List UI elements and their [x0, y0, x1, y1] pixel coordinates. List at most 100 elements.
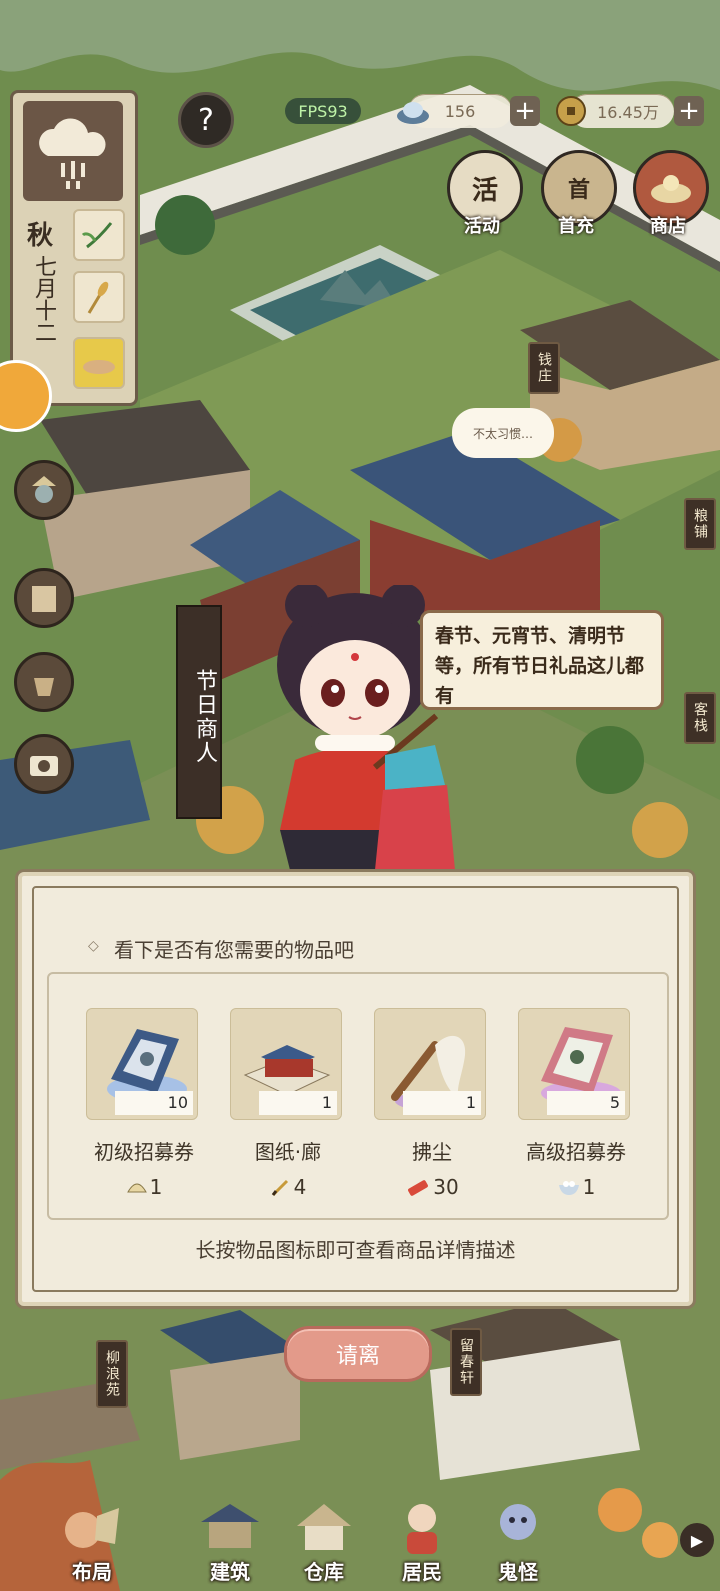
expand-menu-button[interactable]: ▶ [680, 1523, 714, 1557]
crop-slot-wheat[interactable] [73, 271, 125, 323]
side-book-button[interactable] [14, 568, 74, 628]
silver-ingot-icon [397, 102, 429, 124]
item-count: 5 [547, 1091, 625, 1115]
item-name: 高级招募券 [526, 1140, 626, 1164]
dumpling-icon [126, 1183, 147, 1193]
ghost-icon [500, 1504, 536, 1540]
building-icon [201, 1504, 259, 1548]
bottom-nav: 布局 建筑 仓库 居民 鬼怪 ▶ [0, 1440, 720, 1591]
item-price: 1 [86, 1175, 202, 1199]
nav-building[interactable]: 建筑 [182, 1473, 278, 1591]
copper-amount: 16.45万 [597, 103, 659, 122]
shop-item-basic-ticket[interactable]: 10 初级招募券 1 [86, 1008, 202, 1199]
item-count: 10 [115, 1091, 193, 1115]
item-count: 1 [259, 1091, 337, 1115]
play-arrow-icon: ▶ [690, 1530, 704, 1550]
shop-panel: ◇ 看下是否有您需要的物品吧 10 初级招募券 1 1 图纸·廊 4 1 拂尘 … [18, 872, 693, 1306]
camera-icon [30, 756, 58, 776]
top-menu: 活 活动 首 首充 商店 [442, 150, 712, 240]
nav-building-label: 建筑 [210, 1560, 250, 1584]
item-tile[interactable]: 5 [518, 1008, 630, 1120]
item-count: 1 [403, 1091, 481, 1115]
fps-text: FPS93 [298, 101, 348, 121]
rain-cloud-icon [39, 118, 106, 189]
date-label: 七月十二 [31, 255, 56, 343]
tangyuan-bowl-icon [558, 1181, 579, 1195]
diamond-icon: ◇ [88, 938, 99, 954]
menu-shop[interactable]: 商店 [628, 150, 709, 238]
season-label: 秋 [27, 221, 54, 251]
copper-currency: 16.45万 + [556, 94, 706, 128]
sign-liulangyuan[interactable]: 柳浪苑 [96, 1340, 128, 1408]
weather-display [23, 101, 123, 201]
menu-activity-label: 活动 [464, 216, 500, 237]
merchant-speech-bubble: 春节、元宵节、清明节等，所有节日礼品这儿都有 [420, 610, 664, 710]
copper-add-button[interactable]: + [674, 96, 704, 126]
nav-warehouse[interactable]: 仓库 [276, 1473, 372, 1591]
item-name: 初级招募券 [94, 1140, 194, 1164]
menu-shop-label: 商店 [650, 216, 686, 237]
side-camera-button[interactable] [14, 734, 74, 794]
resident-icon [407, 1504, 437, 1554]
help-icon: ? [198, 102, 214, 138]
farmer-icon [32, 476, 56, 503]
leave-button[interactable]: 请离 [284, 1326, 432, 1382]
item-price: 1 [518, 1175, 634, 1199]
merchant-sign: 节日商人 [176, 605, 222, 819]
silver-amount: 156 [444, 101, 476, 121]
item-price-value: 1 [582, 1175, 596, 1199]
item-tile[interactable]: 1 [230, 1008, 342, 1120]
item-price: 30 [374, 1175, 490, 1199]
item-name: 拂尘 [412, 1140, 452, 1164]
brush-icon [271, 1179, 288, 1197]
item-price-value: 4 [293, 1175, 307, 1199]
shop-item-blueprint[interactable]: 1 图纸·廊 4 [230, 1008, 346, 1199]
nav-warehouse-label: 仓库 [304, 1560, 344, 1584]
layout-icon [65, 1508, 119, 1548]
shop-hint: 长按物品图标即可查看商品详情描述 [195, 1238, 516, 1262]
nav-resident[interactable]: 居民 [374, 1473, 470, 1591]
side-npc-button[interactable] [14, 460, 74, 520]
sign-liangpu[interactable]: 粮铺 [684, 498, 716, 550]
shop-treasure-icon [651, 175, 691, 203]
fps-counter: FPS93 [285, 98, 361, 124]
nav-ghost-label: 鬼怪 [498, 1560, 538, 1584]
activity-glyph: 活 [471, 175, 498, 206]
silver-currency: 156 + [396, 94, 544, 128]
sign-kezhan[interactable]: 客栈 [684, 692, 716, 744]
crop-slot-sprout[interactable] [73, 209, 125, 261]
item-price-value: 1 [149, 1175, 163, 1199]
food-icon [83, 360, 115, 374]
warehouse-icon [297, 1504, 351, 1550]
wheat-icon [87, 281, 109, 314]
silver-add-button[interactable]: + [510, 96, 540, 126]
book-icon [32, 586, 56, 612]
item-price: 4 [230, 1175, 346, 1199]
menu-first-recharge[interactable]: 首 首充 [536, 150, 617, 238]
crop-slot-food[interactable] [73, 337, 125, 389]
nav-layout[interactable]: 布局 [44, 1473, 140, 1591]
plus-icon: + [514, 96, 536, 126]
bag-icon [34, 678, 54, 696]
item-price-value: 30 [433, 1175, 459, 1199]
plus-icon: + [678, 96, 700, 126]
nav-ghost[interactable]: 鬼怪 [470, 1473, 566, 1591]
sign-liuchunxuan[interactable]: 留春轩 [450, 1328, 482, 1396]
item-tile[interactable]: 1 [374, 1008, 486, 1120]
nav-layout-label: 布局 [72, 1560, 112, 1584]
calendar-panel[interactable]: 秋 七月十二 [10, 90, 138, 406]
sprout-icon [81, 222, 113, 249]
item-tile[interactable]: 10 [86, 1008, 198, 1120]
copper-coin-icon [556, 96, 586, 126]
sign-qianzhuang[interactable]: 钱庄 [528, 342, 560, 394]
thought-bubble: 不太习惯… [452, 408, 554, 458]
menu-activity[interactable]: 活 活动 [442, 150, 523, 238]
menu-first-recharge-label: 首充 [558, 216, 594, 237]
item-name: 图纸·廊 [254, 1140, 322, 1164]
shop-item-whisk[interactable]: 1 拂尘 30 [374, 1008, 490, 1199]
first-recharge-glyph: 首 [567, 178, 590, 203]
nav-resident-label: 居民 [402, 1560, 442, 1584]
shop-item-advanced-ticket[interactable]: 5 高级招募券 1 [518, 1008, 634, 1199]
help-button[interactable]: ? [178, 92, 234, 148]
side-bag-button[interactable] [14, 652, 74, 712]
